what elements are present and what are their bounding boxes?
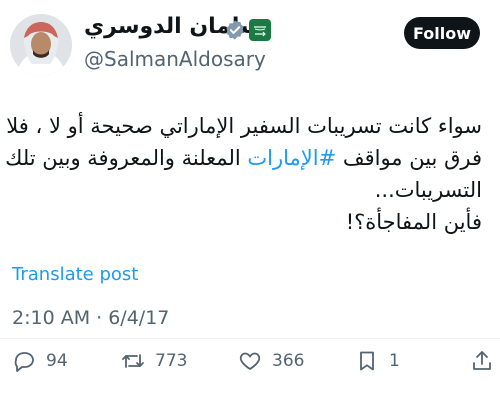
- share-icon[interactable]: [470, 349, 494, 373]
- tweet-page: سلمان الدوسري @SalmanAldosary Follow سوا…: [0, 0, 500, 409]
- tweet-line-3: التسريبات...: [374, 178, 482, 202]
- avatar[interactable]: [10, 14, 72, 76]
- like-button[interactable]: 366: [238, 347, 304, 375]
- bookmark-icon: [360, 351, 374, 371]
- tweet-text: سواء كانت تسريبات السفير الإماراتي صحيحة…: [0, 110, 482, 238]
- tweet-line-2: فرق بين مواقف #الإمارات المعلنة والمعروف…: [0, 142, 482, 174]
- translate-post-link[interactable]: Translate post: [12, 264, 138, 285]
- hashtag-link[interactable]: #الإمارات: [247, 146, 336, 170]
- tweet-line-2-start: فرق بين مواقف: [336, 146, 482, 170]
- bookmark-button[interactable]: 1: [355, 347, 400, 375]
- reply-icon: [14, 352, 34, 372]
- repost-button[interactable]: 773: [121, 347, 187, 375]
- repost-count: 773: [155, 351, 188, 371]
- timestamp[interactable]: 2:10 AM · 6/4/17: [12, 307, 169, 329]
- like-count: 366: [272, 351, 305, 371]
- divider: [0, 338, 500, 339]
- heart-icon: [239, 352, 261, 370]
- tweet-line-2-end: المعلنة والمعروفة وبين تلك: [5, 146, 248, 170]
- reply-count: 94: [46, 351, 68, 371]
- follow-button[interactable]: Follow: [404, 17, 480, 49]
- tweet-line-1: سواء كانت تسريبات السفير الإماراتي صحيحة…: [6, 114, 482, 138]
- reply-button[interactable]: 94: [12, 347, 68, 375]
- tweet-line-4: فأين المفاجأة؟!: [345, 210, 482, 234]
- bookmark-count: 1: [389, 351, 400, 371]
- saudi-flag-icon: [249, 19, 271, 41]
- verified-badge-icon: [226, 20, 244, 40]
- handle[interactable]: @SalmanAldosary: [84, 47, 266, 71]
- repost-icon: [122, 354, 144, 368]
